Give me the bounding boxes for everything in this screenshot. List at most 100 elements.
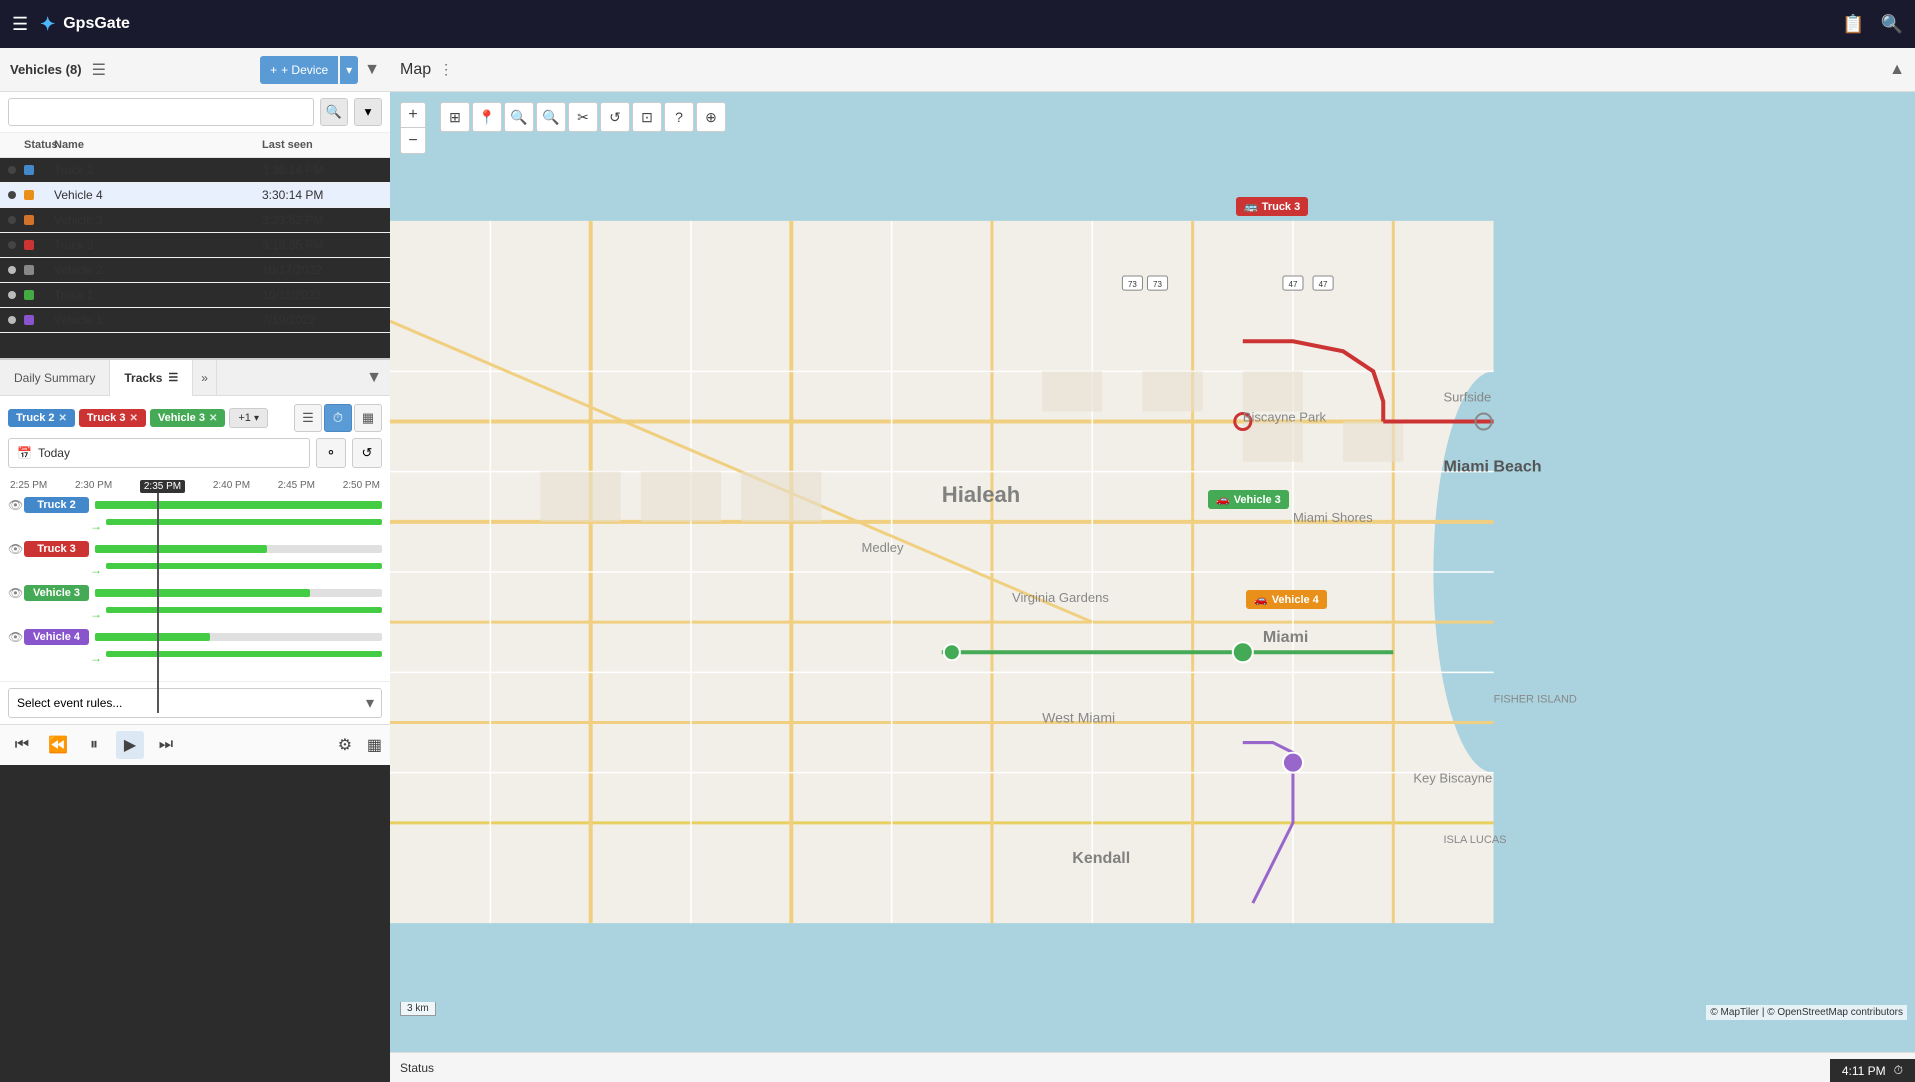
row-lastseen: 3:36:14 PM [262,163,382,177]
map-expand-icon[interactable]: ▲ [1889,61,1905,79]
search-input[interactable] [8,98,314,126]
table-row[interactable]: Truck 1 10/11/2022 [0,283,390,308]
tab-tracks[interactable]: Tracks ☰ [110,360,193,396]
track-eye-truck2[interactable]: 👁 [8,498,24,512]
refresh-btn[interactable]: ↺ [352,438,382,468]
playback-bar: ⏮ ⏪ ⏸ ▶ ⏭ ⚙ ▦ [0,724,390,765]
tab-daily-summary-label: Daily Summary [14,371,95,385]
search-icon[interactable]: 🔍 [1881,14,1903,35]
panel-collapse-icon[interactable]: ▼ [364,61,380,79]
tool-help-btn[interactable]: ? [664,102,694,132]
table-row[interactable]: Vehicle 3 3:23:52 PM [0,208,390,233]
view-list-btn[interactable]: ☰ [294,404,322,432]
map-menu-icon[interactable]: ⋮ [439,61,453,78]
track-bar-vehicle4[interactable] [95,633,382,641]
table-row[interactable]: Truck 2 3:36:14 PM [0,158,390,183]
bottom-time-icon: ⏱ [1894,1063,1903,1078]
table-view-button[interactable]: ▦ [367,735,382,755]
track-bar-vehicle3[interactable] [95,589,382,597]
track-bar-truck2[interactable] [95,501,382,509]
track-sub-truck2: → [90,519,382,533]
vehicles-toggle-icon[interactable]: ☰ [92,60,106,80]
zoom-out-button[interactable]: − [400,128,426,154]
date-input[interactable]: 📅 Today [8,438,310,468]
tab-more[interactable]: » [193,360,217,396]
track-eye-vehicle3[interactable]: 👁 [8,586,24,600]
tool-grid-btn[interactable]: ⊞ [440,102,470,132]
tracks-content: Truck 2 ✕ Truck 3 ✕ Vehicle 3 ✕ +1 ▾ [0,396,390,476]
track-sub-truck3: → [90,563,382,577]
track-bar-truck3[interactable] [95,545,382,553]
next-button[interactable]: ⏭ [152,731,180,759]
filter-action-btn[interactable]: ⚬ [316,438,346,468]
map-header: Map ⋮ ▲ [390,48,1915,92]
col-lastseen-header: Last seen [262,139,382,151]
map-area[interactable]: 73 73 47 47 Hialeah Miami West Miami Vir… [390,92,1915,1052]
table-row[interactable]: Truck 3 3:19:35 PM [0,233,390,258]
track-eye-truck3[interactable]: 👁 [8,542,24,556]
tool-zoom-in-btn[interactable]: 🔍 [504,102,534,132]
logo: ✦ GpsGate [40,14,130,35]
chip-truck2-close[interactable]: ✕ [59,413,67,424]
clipboard-icon[interactable]: 📋 [1842,14,1864,35]
map-title: Map [400,61,431,79]
vehicle-table-header: Status Name Last seen [0,133,390,158]
chip-vehicle3-close[interactable]: ✕ [209,413,217,424]
view-clock-btn[interactable]: ⏱ [324,404,352,432]
tool-undo-btn[interactable]: ↺ [600,102,630,132]
chip-truck3-label: Truck 3 [87,412,126,424]
track-sub-vehicle4: → [90,651,382,665]
tab-tracks-label: Tracks [124,371,162,385]
add-device-button[interactable]: + + Device [260,56,338,84]
tab-daily-summary[interactable]: Daily Summary [0,360,110,396]
logo-icon: ✦ [40,14,55,35]
chip-more[interactable]: +1 ▾ [229,408,268,428]
panel-collapse-btn[interactable]: ▼ [358,369,390,387]
svg-text:Virginia Gardens: Virginia Gardens [1012,590,1109,605]
add-device-dropdown[interactable]: ▾ [340,56,358,84]
track-row-vehicle4: 👁 Vehicle 4 [8,629,382,645]
top-bar-actions: 📋 🔍 [1842,14,1903,35]
track-bar-truck2-fill [95,501,382,509]
zoom-in-button[interactable]: + [400,102,426,128]
track-bar-vehicle4-fill [95,633,210,641]
row-color [24,240,34,250]
date-value: Today [38,446,70,460]
chip-truck3-close[interactable]: ✕ [129,413,137,424]
table-row[interactable]: Vehicle 1 7/19/2022 [0,308,390,333]
svg-text:47: 47 [1288,280,1297,289]
play-button[interactable]: ▶ [116,731,144,759]
row-lastseen: 10/11/2022 [262,288,382,302]
event-rules-select[interactable]: Select event rules... [8,688,382,718]
tool-fullscreen-btn[interactable]: ⊡ [632,102,662,132]
settings-button[interactable]: ⚙ [331,731,359,759]
row-color [24,315,34,325]
filter-button[interactable]: ▾ [354,98,382,126]
row-lastseen: 10/17/2022 [262,263,382,277]
vehicle-table: Truck 2 3:36:14 PM Vehicle 4 3:30:14 PM … [0,158,390,358]
search-button[interactable]: 🔍 [320,98,348,126]
hamburger-menu[interactable]: ☰ [12,14,28,35]
tool-zoom-out-btn[interactable]: 🔍 [536,102,566,132]
skip-start-button[interactable]: ⏮ [8,731,36,759]
track-eye-vehicle4[interactable]: 👁 [8,630,24,644]
chip-truck2-label: Truck 2 [16,412,55,424]
row-lastseen: 3:19:35 PM [262,238,382,252]
pause-button[interactable]: ⏸ [80,731,108,759]
table-row[interactable]: Vehicle 4 3:30:14 PM [0,183,390,208]
prev-button[interactable]: ⏪ [44,731,72,759]
tracks-menu-icon[interactable]: ☰ [168,371,178,384]
bottom-time-bar: 4:11 PM ⏱ [1830,1059,1915,1082]
track-label-vehicle3: Vehicle 3 [24,585,89,601]
svg-text:Kendall: Kendall [1072,849,1130,867]
table-row[interactable]: Vehicle 2 10/17/2022 [0,258,390,283]
tool-pin-btn[interactable]: 📍 [472,102,502,132]
vehicle-list-section: Vehicles (8) ☰ + + Device ▾ ▼ 🔍 ▾ [0,48,390,358]
row-color [24,215,34,225]
map-toolbar: ⊞ 📍 🔍 🔍 ✂ ↺ ⊡ ? ⊕ [440,102,726,132]
row-dot [8,316,16,324]
tool-cut-btn[interactable]: ✂ [568,102,598,132]
view-grid-btn[interactable]: ▦ [354,404,382,432]
track-bar-vehicle3-fill [95,589,310,597]
tool-layers-btn[interactable]: ⊕ [696,102,726,132]
